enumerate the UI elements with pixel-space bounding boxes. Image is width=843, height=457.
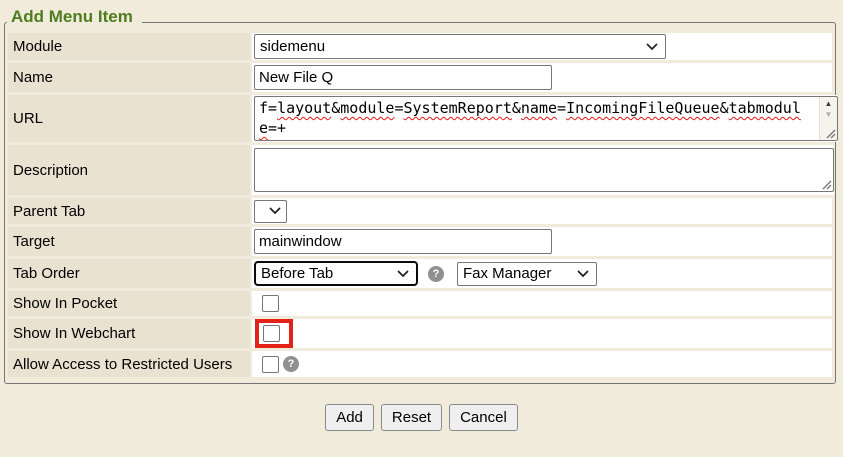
chevron-down-icon xyxy=(397,270,409,278)
form-rows: Module sidemenu Name URL f=layout&module… xyxy=(8,33,832,377)
form-title: Add Menu Item xyxy=(7,6,142,28)
form-row-name: Name xyxy=(8,63,832,92)
add-button[interactable]: Add xyxy=(325,404,374,431)
parent-tab-label: Parent Tab xyxy=(8,198,250,224)
url-input-text: f=layout&module=SystemReport&name=Incomi… xyxy=(259,98,807,138)
resize-grip-icon[interactable] xyxy=(821,179,832,190)
form-row-tab-order: Tab Order Before Tab ? Fax Manager xyxy=(8,259,832,288)
url-label: URL xyxy=(8,95,250,142)
allow-access-label: Allow Access to Restricted Users xyxy=(8,351,250,377)
show-in-pocket-checkbox[interactable] xyxy=(262,295,279,312)
help-icon[interactable]: ? xyxy=(428,266,444,282)
module-select[interactable]: sidemenu xyxy=(254,34,666,59)
show-in-webchart-checkbox[interactable] xyxy=(263,325,280,342)
target-input[interactable] xyxy=(254,229,552,254)
target-label: Target xyxy=(8,227,250,256)
module-select-value: sidemenu xyxy=(260,38,325,55)
scroll-down-icon[interactable]: ▼ xyxy=(820,109,837,120)
description-label: Description xyxy=(8,145,250,195)
tab-order-reference-select[interactable]: Fax Manager xyxy=(457,262,597,286)
form-row-parent-tab: Parent Tab xyxy=(8,198,832,224)
reset-button[interactable]: Reset xyxy=(381,404,442,431)
name-input[interactable] xyxy=(254,65,552,90)
show-in-pocket-label: Show In Pocket xyxy=(8,291,250,316)
chevron-down-icon xyxy=(269,207,281,215)
show-in-webchart-label: Show In Webchart xyxy=(8,319,250,348)
form-row-target: Target xyxy=(8,227,832,256)
cancel-button[interactable]: Cancel xyxy=(449,404,518,431)
tab-order-select[interactable]: Before Tab xyxy=(254,261,418,286)
resize-grip-icon[interactable] xyxy=(825,128,836,139)
form-row-show-in-pocket: Show In Pocket xyxy=(8,291,832,316)
parent-tab-select[interactable] xyxy=(254,200,287,223)
help-icon[interactable]: ? xyxy=(283,356,299,372)
allow-access-checkbox[interactable] xyxy=(262,356,279,373)
form-row-allow-access: Allow Access to Restricted Users ? xyxy=(8,351,832,377)
form-actions: Add Reset Cancel xyxy=(0,404,843,431)
annotation-highlight-box xyxy=(255,319,293,348)
chevron-down-icon xyxy=(577,270,589,278)
form-row-show-in-webchart: Show In Webchart xyxy=(8,319,832,348)
chevron-down-icon xyxy=(646,43,658,51)
url-input[interactable]: f=layout&module=SystemReport&name=Incomi… xyxy=(254,96,838,141)
module-label: Module xyxy=(8,33,250,60)
tab-order-reference-value: Fax Manager xyxy=(463,265,551,282)
tab-order-select-value: Before Tab xyxy=(261,265,333,282)
tab-order-label: Tab Order xyxy=(8,259,250,288)
form-row-url: URL f=layout&module=SystemReport&name=In… xyxy=(8,95,832,142)
add-menu-item-form: Add Menu Item Module sidemenu Name URL f… xyxy=(4,22,836,384)
form-row-module: Module sidemenu xyxy=(8,33,832,60)
form-row-description: Description xyxy=(8,145,832,195)
description-input[interactable] xyxy=(254,148,834,192)
scroll-up-icon[interactable]: ▲ xyxy=(820,98,837,109)
name-label: Name xyxy=(8,63,250,92)
